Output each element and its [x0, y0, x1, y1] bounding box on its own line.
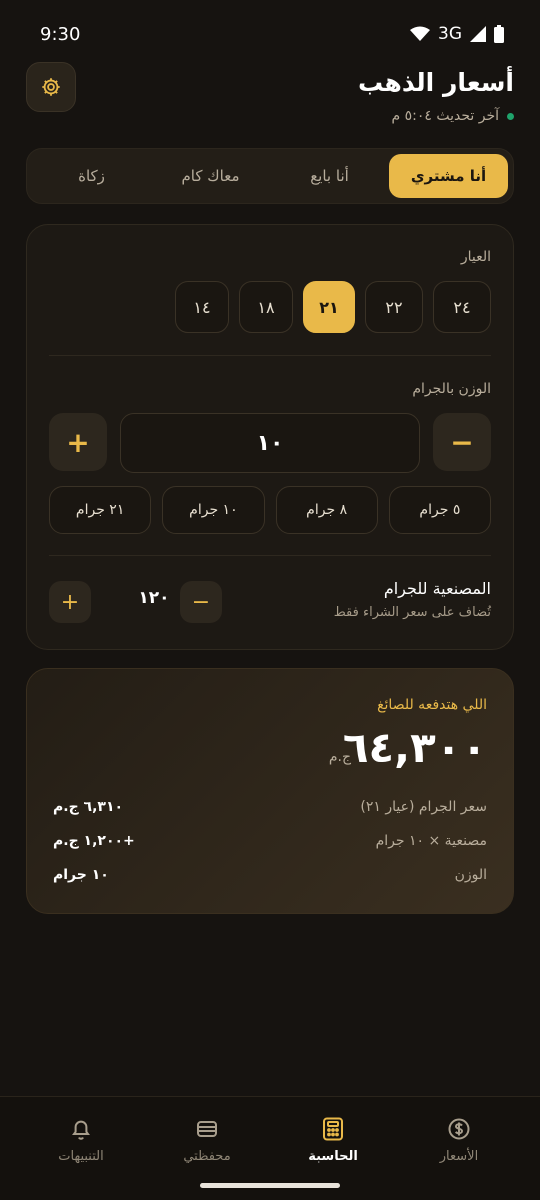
- breakdown-key: الوزن: [454, 867, 487, 883]
- making-charge-row: + ١٢٠ − المصنعية للجرام تُضاف على سعر ال…: [49, 579, 491, 625]
- home-indicator[interactable]: [200, 1183, 340, 1188]
- preset-chip-21g[interactable]: ٢١ جرام: [49, 486, 152, 534]
- making-charge-subtitle: تُضاف على سعر الشراء فقط: [333, 605, 491, 620]
- breakdown-value: +١,٢٠٠ ج.م: [53, 833, 135, 849]
- live-dot: [507, 112, 514, 120]
- nav-label: التنبيهات: [58, 1149, 104, 1164]
- result-label: اللي هتدفعه للصائغ: [377, 697, 487, 713]
- preset-chip-10g[interactable]: ١٠ جرام: [162, 486, 265, 534]
- breakdown-row: الوزن ١٠ جرام: [53, 867, 487, 889]
- breakdown-row: سعر الجرام (عيار ٢١) ٦,٣١٠ ج.م: [53, 799, 487, 821]
- karat-option-18[interactable]: ١٨: [239, 281, 293, 333]
- breakdown-key: سعر الجرام (عيار ٢١): [360, 799, 487, 815]
- mode-tabs: أنا مشتري أنا بايع معاك كام زكاة: [26, 148, 514, 204]
- last-update-text: آخر تحديث ٥:٠٤ م: [391, 108, 499, 124]
- tab-seller[interactable]: أنا بايع: [270, 154, 389, 198]
- status-icons: 3G: [410, 24, 504, 44]
- weight-increase-button[interactable]: +: [49, 413, 107, 471]
- breakdown-value: ٦,٣١٠ ج.م: [53, 799, 124, 815]
- making-charge-title: المصنعية للجرام: [383, 579, 491, 598]
- bottom-nav: الأسعار الحاسبة محفظتي التنبيهات: [0, 1096, 540, 1200]
- network-type: 3G: [438, 24, 462, 44]
- breakdown-row: مصنعية × ١٠ جرام +١,٢٠٠ ج.م: [53, 833, 487, 855]
- wallet-icon: [197, 1121, 217, 1137]
- nav-label: محفظتي: [183, 1149, 231, 1164]
- divider: [49, 555, 491, 556]
- nav-label: الأسعار: [439, 1149, 479, 1164]
- karat-option-21[interactable]: ٢١: [303, 281, 355, 333]
- weight-label: الوزن بالجرام: [412, 381, 491, 397]
- breakdown-key: مصنعية × ١٠ جرام: [375, 833, 487, 849]
- karat-label: العيار: [460, 249, 491, 265]
- weight-input[interactable]: ١٠: [120, 413, 420, 473]
- weight-decrease-button[interactable]: −: [433, 413, 491, 471]
- total-amount: ٦٤,٣٠٠: [342, 723, 487, 772]
- status-time: 9:30: [40, 23, 81, 45]
- status-bar: 9:30 3G: [0, 0, 540, 68]
- divider: [49, 355, 491, 356]
- tab-buyer[interactable]: أنا مشتري: [389, 154, 508, 198]
- tab-zakat[interactable]: زكاة: [32, 154, 151, 198]
- making-increase-button[interactable]: +: [49, 581, 91, 623]
- preset-chip-5g[interactable]: ٥ جرام: [388, 486, 491, 534]
- karat-selector: ٢٤ ٢٢ ٢١ ١٨ ١٤: [175, 281, 491, 333]
- dollar-circle-icon: [448, 1118, 470, 1140]
- karat-option-14[interactable]: ١٤: [175, 281, 229, 333]
- karat-option-24[interactable]: ٢٤: [433, 281, 491, 333]
- result-card: اللي هتدفعه للصائغ ٦٤,٣٠٠ ج.م سعر الجرام…: [26, 668, 514, 914]
- header: أسعار الذهب آخر تحديث ٥:٠٤ م: [26, 62, 514, 132]
- weight-stepper: + ١٠ −: [49, 413, 491, 473]
- tab-budget[interactable]: معاك كام: [151, 154, 270, 198]
- nav-item-alerts[interactable]: التنبيهات: [18, 1097, 144, 1200]
- settings-button[interactable]: [26, 62, 76, 112]
- nav-item-prices[interactable]: الأسعار: [396, 1097, 522, 1200]
- battery-icon: [494, 25, 504, 43]
- karat-option-22[interactable]: ٢٢: [365, 281, 423, 333]
- calculator-icon: [323, 1117, 343, 1141]
- making-charge-value[interactable]: ١٢٠: [119, 588, 189, 608]
- gear-icon: [42, 78, 60, 96]
- last-update: آخر تحديث ٥:٠٤ م: [391, 108, 514, 124]
- preset-chip-8g[interactable]: ٨ جرام: [275, 486, 378, 534]
- total-currency: ج.م: [328, 749, 351, 765]
- making-decrease-button[interactable]: −: [180, 581, 222, 623]
- wifi-icon: [410, 26, 430, 41]
- nav-label: الحاسبة: [308, 1149, 358, 1164]
- page-title: أسعار الذهب: [358, 68, 514, 97]
- weight-presets: ٥ جرام ٨ جرام ١٠ جرام ٢١ جرام: [49, 486, 491, 534]
- calculator-card: العيار ٢٤ ٢٢ ٢١ ١٨ ١٤ الوزن بالجرام + ١٠…: [26, 224, 514, 650]
- breakdown-value: ١٠ جرام: [53, 867, 109, 883]
- signal-icon: [470, 26, 486, 42]
- bell-icon: [72, 1120, 90, 1140]
